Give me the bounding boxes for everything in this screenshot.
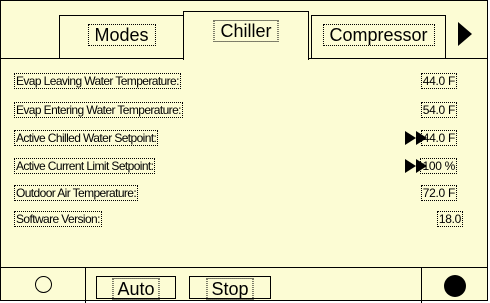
tab-chiller[interactable]: Chiller (183, 11, 309, 60)
row-current-limit-setpoint: Active Current Limit Setpoint: 100 % (1, 158, 487, 178)
tab-modes[interactable]: Modes (59, 15, 184, 59)
row-label: Active Current Limit Setpoint: (14, 158, 156, 174)
tab-chiller-label: Chiller (213, 20, 279, 42)
tab-compressor-label: Compressor (322, 24, 435, 46)
tab-compressor[interactable]: Compressor (311, 15, 446, 59)
tab-bar: Modes Chiller Compressor (1, 1, 487, 60)
bottom-bar: Auto Stop (1, 267, 487, 303)
row-value[interactable]: 44.0 F (420, 130, 457, 146)
stop-button[interactable]: Stop (189, 276, 271, 300)
triangle-right-icon[interactable] (458, 22, 472, 46)
row-evap-leaving: Evap Leaving Water Temperature: 44.0 F (1, 73, 487, 93)
row-evap-entering: Evap Entering Water Temperature: 54.0 F (1, 102, 487, 122)
tab-modes-label: Modes (87, 24, 156, 46)
row-value: 18.0 (436, 211, 463, 227)
row-label: Active Chilled Water Setpoint: (14, 130, 159, 146)
row-outdoor-air: Outdoor Air Temperature: 72.0 F (1, 185, 487, 205)
divider (421, 268, 422, 303)
chiller-panel: Modes Chiller Compressor Evap Leaving Wa… (0, 0, 488, 303)
auto-button[interactable]: Auto (96, 276, 176, 300)
stop-button-label: Stop (206, 278, 254, 300)
row-label: Evap Entering Water Temperature: (14, 102, 183, 118)
circle-filled-icon[interactable] (444, 275, 466, 297)
row-label: Outdoor Air Temperature: (14, 185, 139, 201)
row-software-version: Software Version: 18.0 (1, 211, 487, 231)
row-label: Software Version: (14, 211, 102, 227)
circle-outline-icon[interactable] (35, 276, 52, 293)
row-label: Evap Leaving Water Temperature: (14, 73, 181, 89)
auto-button-label: Auto (112, 278, 160, 300)
row-value[interactable]: 100 % (420, 158, 457, 174)
row-chilled-water-setpoint: Active Chilled Water Setpoint: 44.0 F (1, 130, 487, 150)
divider (85, 268, 86, 303)
row-value[interactable]: 44.0 F (420, 73, 457, 89)
row-value[interactable]: 72.0 F (420, 185, 457, 201)
row-value[interactable]: 54.0 F (420, 102, 457, 118)
